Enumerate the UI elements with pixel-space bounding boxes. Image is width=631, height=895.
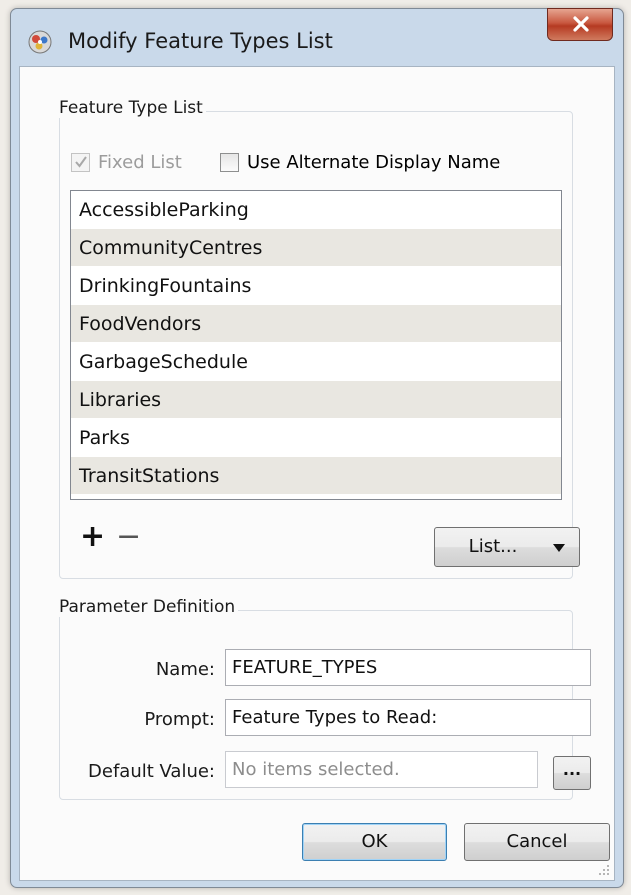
feature-type-list-group-title: Feature Type List (56, 98, 206, 118)
list-item[interactable]: AccessibleParking (71, 191, 561, 229)
alternate-display-name-checkbox-row[interactable]: Use Alternate Display Name (220, 152, 500, 173)
list-item[interactable]: Libraries (71, 381, 561, 419)
list-item[interactable]: TransitStations (71, 457, 561, 495)
add-item-button[interactable]: + (80, 519, 105, 554)
resize-grip-icon[interactable] (598, 864, 610, 876)
list-item[interactable]: DrinkingFountains (71, 267, 561, 305)
list-item[interactable]: CommunityCentres (71, 229, 561, 267)
default-value-field[interactable]: No items selected. (225, 751, 538, 788)
list-dropdown-button[interactable]: List... (434, 527, 580, 567)
window-title: Modify Feature Types List (68, 29, 333, 53)
list-button-label: List... (468, 536, 518, 557)
fixed-list-checkbox (71, 153, 90, 172)
parameter-definition-group: Parameter Definition Name: FEATURE_TYPES… (56, 597, 591, 800)
dialog-window: Modify Feature Types List Feature Type L… (10, 8, 624, 888)
browse-button[interactable]: ... (553, 756, 591, 790)
list-item[interactable]: Parks (71, 419, 561, 457)
remove-item-button[interactable]: − (116, 519, 141, 554)
feature-type-listbox[interactable]: AccessibleParking CommunityCentres Drink… (70, 190, 562, 500)
cancel-button[interactable]: Cancel (464, 823, 610, 861)
use-alternate-display-name-checkbox[interactable] (220, 153, 239, 172)
fixed-list-checkbox-row: Fixed List (71, 152, 182, 173)
title-bar[interactable]: Modify Feature Types List (11, 8, 623, 69)
name-label: Name: (155, 659, 215, 680)
name-field[interactable]: FEATURE_TYPES (225, 649, 591, 686)
dialog-client-area: Feature Type List Fixed List Use Alterna… (19, 66, 615, 881)
list-item[interactable]: GarbageSchedule (71, 343, 561, 381)
ok-button[interactable]: OK (302, 823, 447, 861)
prompt-field[interactable]: Feature Types to Read: (225, 699, 591, 736)
parameter-definition-group-title: Parameter Definition (56, 597, 239, 617)
triangle-down-icon (553, 544, 565, 552)
fme-workbench-icon (27, 29, 53, 55)
feature-type-list-group: Feature Type List Fixed List Use Alterna… (56, 98, 580, 579)
fixed-list-label: Fixed List (98, 152, 182, 173)
close-button[interactable] (547, 8, 613, 41)
close-icon (573, 16, 589, 32)
use-alternate-display-name-label: Use Alternate Display Name (247, 152, 501, 173)
list-item[interactable]: FoodVendors (71, 305, 561, 343)
default-value-label: Default Value: (88, 761, 215, 782)
prompt-label: Prompt: (144, 709, 215, 730)
checkmark-icon (75, 156, 87, 168)
